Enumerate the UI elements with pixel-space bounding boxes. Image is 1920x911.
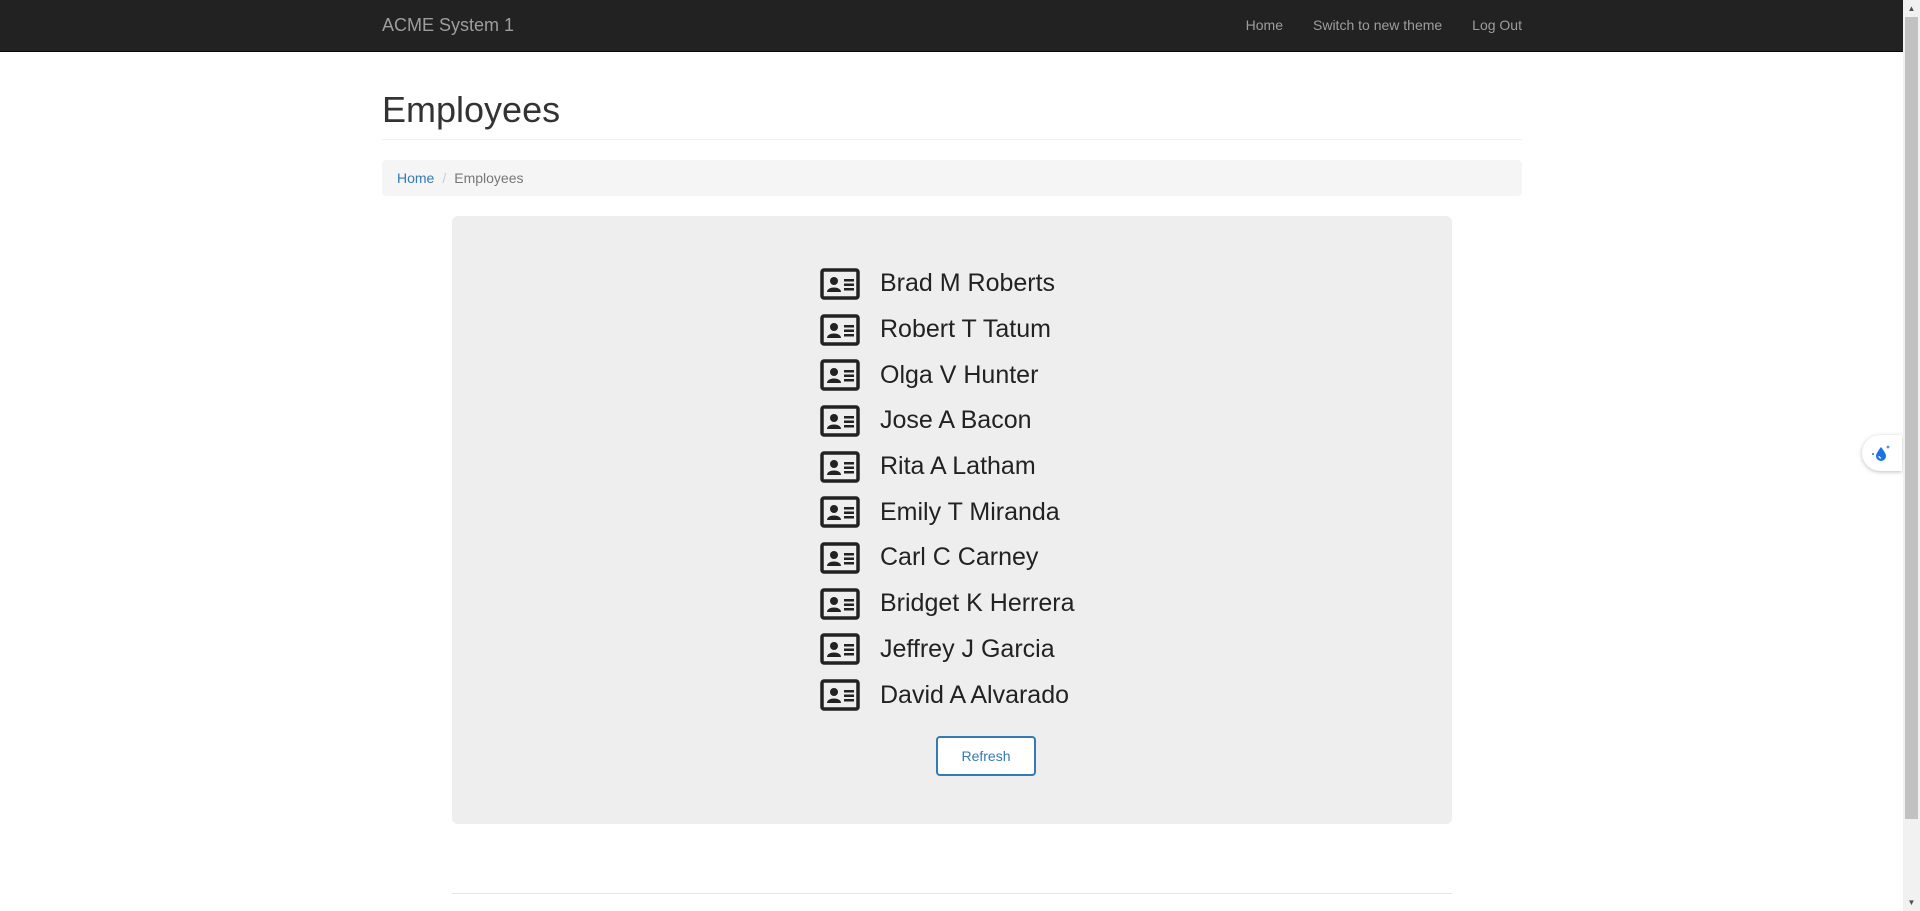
page-scrollbar[interactable]: ▲ ▼ [1903,0,1920,911]
employee-list-item[interactable]: David A Alvarado [820,672,1075,718]
employee-name: Carl C Carney [880,543,1039,572]
employee-list-item[interactable]: Brad M Roberts [820,261,1075,307]
employee-name: Jeffrey J Garcia [880,634,1055,663]
title-divider [382,139,1522,140]
id-card-icon [820,405,860,437]
employee-list-item[interactable]: Emily T Miranda [820,489,1075,535]
employee-list-item[interactable]: Rita A Latham [820,444,1075,490]
refresh-button[interactable]: Refresh [936,736,1036,776]
employee-list-item[interactable]: Jeffrey J Garcia [820,627,1075,673]
page-title: Employees [382,89,561,130]
employees-panel: Brad M Roberts Robert T Tatum Olga V Hunte… [452,216,1452,824]
id-card-icon [820,268,860,300]
employee-name: Olga V Hunter [880,360,1039,389]
nav-switch-theme-link[interactable]: Switch to new theme [1313,0,1442,51]
id-card-icon [820,450,860,483]
id-card-icon [820,679,860,711]
nav-home-link[interactable]: Home [1246,0,1283,51]
employee-name: Robert T Tatum [880,315,1051,344]
employee-name: Rita A Latham [880,452,1036,481]
breadcrumb-separator: / [442,170,447,186]
brand-link[interactable]: ACME System 1 [382,0,514,51]
employee-list-item[interactable]: Bridget K Herrera [820,581,1075,627]
employee-name: David A Alvarado [880,680,1070,709]
id-card-icon [820,587,860,620]
nav-logout-link[interactable]: Log Out [1472,0,1522,51]
employee-list-item[interactable]: Jose A Bacon [820,398,1075,444]
scroll-up-arrow-icon[interactable]: ▲ [1903,0,1920,17]
scroll-down-arrow-icon[interactable]: ▼ [1903,894,1920,911]
id-card-icon [820,633,860,666]
employee-name: Brad M Roberts [880,269,1056,298]
id-card-icon [820,542,860,574]
breadcrumb-current: Employees [454,170,524,186]
employee-name: Bridget K Herrera [880,589,1075,618]
footer-divider [452,893,1452,894]
scrollbar-thumb[interactable] [1905,17,1918,819]
breadcrumb-home-link[interactable]: Home [397,170,434,186]
id-card-icon [820,496,860,529]
id-card-icon [820,359,860,391]
employee-list-item[interactable]: Carl C Carney [820,535,1075,581]
employee-name: Emily T Miranda [880,497,1060,526]
employee-list: Brad M Roberts Robert T Tatum Olga V Hunte… [820,261,1075,718]
employee-list-item[interactable]: Olga V Hunter [820,352,1075,398]
top-navbar: ACME System 1 Home Switch to new theme L… [0,0,1903,52]
breadcrumb: Home / Employees [382,160,1522,196]
water-drop-sparkle-icon [1872,445,1890,461]
employee-list-item[interactable]: Robert T Tatum [820,307,1075,353]
id-card-icon [820,313,860,346]
floating-assistant-button[interactable] [1862,435,1902,471]
employee-name: Jose A Bacon [880,406,1032,435]
nav-links: Home Switch to new theme Log Out [1216,0,1522,51]
